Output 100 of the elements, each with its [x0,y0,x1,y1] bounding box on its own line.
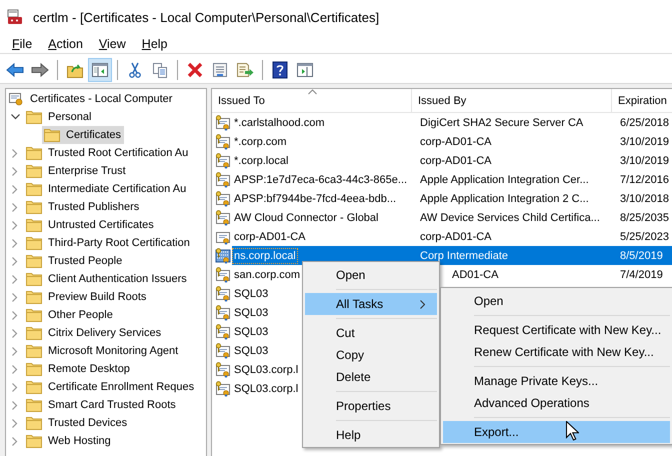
tree-item[interactable]: Preview Build Roots [24,288,150,306]
folder-icon [26,326,42,340]
menu-item[interactable]: Delete [305,366,437,388]
menu-item[interactable]: Open [443,290,670,312]
delete-icon [187,62,203,78]
tree-item[interactable]: Intermediate Certification Au [24,180,190,198]
menu-item[interactable]: File [4,36,40,50]
tree-item[interactable]: Microsoft Monitoring Agent [24,342,182,360]
chevron-right-icon[interactable] [12,202,18,212]
tree-item[interactable]: Certificates - Local Computer [30,93,172,105]
chevron-right-icon[interactable] [12,418,18,428]
column-header[interactable]: Expiration [612,89,672,112]
chevron-right-icon[interactable] [12,238,18,248]
tree-item[interactable]: Trusted Publishers [24,198,142,216]
table-cell-text: 6/25/2018 [619,116,670,130]
tree-item[interactable]: Trusted People [24,252,126,270]
table-cell-text: SQL03 [233,286,270,302]
menu-item[interactable]: Export... [443,421,670,443]
chevron-right-icon[interactable] [12,220,18,230]
menu-item[interactable]: Request Certificate with New Key... [443,319,670,341]
tree-item[interactable]: Untrusted Certificates [24,216,157,234]
tree-item[interactable]: Certificates [42,126,124,144]
chevron-right-icon[interactable] [12,256,18,266]
folder-icon [26,254,42,268]
export-icon [236,62,254,78]
table-cell-text: 3/10/2018 [619,192,670,206]
certificate-store-icon [8,91,24,107]
help-icon [272,60,288,78]
menu-item[interactable]: Action [40,36,91,50]
tree-label: Enterprise Trust [48,165,126,177]
tree-label: Trusted People [48,255,122,267]
menu-item[interactable]: View [90,36,134,50]
tree-item[interactable]: Client Authentication Issuers [24,270,190,288]
tree-label: Trusted Publishers [48,201,140,213]
tree-label: Certificate Enrollment Reques [48,381,194,393]
folder-icon [26,200,42,214]
panel-left-icon [92,62,108,78]
chevron-right-icon[interactable] [12,166,18,176]
chevron-down-icon[interactable] [10,114,20,120]
chevron-right-icon[interactable] [12,436,18,446]
chevron-right-icon[interactable] [12,400,18,410]
tree-item[interactable]: Citrix Delivery Services [24,324,164,342]
show-tree-button[interactable] [88,58,112,82]
tree-item[interactable]: Remote Desktop [24,360,133,378]
menu-item[interactable]: Renew Certificate with New Key... [443,341,670,363]
tree-item[interactable]: Other People [24,306,116,324]
table-cell-text: *.corp.com [233,134,288,150]
table-cell: ns.corp.local [232,248,298,264]
table-cell-text: 8/25/2035 [619,210,670,226]
tree-label: Untrusted Certificates [48,219,154,231]
table-cell-text: *.carlstalhood.com [233,116,326,130]
chevron-right-icon[interactable] [12,346,18,356]
tree-item[interactable]: Trusted Root Certification Au [24,144,192,162]
folder-icon [26,272,42,286]
folder-icon [26,344,42,358]
menu-item[interactable]: Manage Private Keys... [443,370,670,392]
tree-item[interactable]: Personal [24,108,94,126]
tree-label: Trusted Devices [48,417,128,429]
tree-item[interactable]: Certificate Enrollment Reques [24,378,198,396]
tree-item[interactable]: Web Hosting [24,432,114,450]
tree-label: Client Authentication Issuers [48,273,187,285]
table-cell-text: corp-AD01-CA [419,230,493,244]
column-header[interactable]: Issued To [212,89,412,112]
table-cell-text: AW Cloud Connector - Global [233,210,380,226]
table-cell-text: SQL03 [233,324,270,340]
menu-item[interactable]: Advanced Operations [443,392,670,414]
table-cell-text: 5/25/2023 [619,230,670,244]
tree-item[interactable]: Trusted Devices [24,414,130,432]
chevron-right-icon[interactable] [12,364,18,374]
tree-item[interactable]: Enterprise Trust [24,162,129,180]
tree-label: Third-Party Root Certification [48,237,190,249]
chevron-right-icon[interactable] [12,328,18,338]
tree-label: Intermediate Certification Au [48,183,186,195]
table-cell-text: APSP:1e7d7eca-6ca3-44c3-865e... [233,172,408,188]
menu-item[interactable]: Cut [305,322,437,344]
menu-item[interactable]: Open [305,264,437,286]
menu-item[interactable]: Copy [305,344,437,366]
app-icon [7,9,23,25]
table-cell-text: AW Device Services Child Certifica... [419,210,601,226]
scissors-icon [128,62,142,78]
chevron-right-icon[interactable] [12,184,18,194]
table-cell-text: SQL03 [233,306,270,320]
tree-item[interactable]: Smart Card Trusted Roots [24,396,179,414]
chevron-right-icon[interactable] [12,310,18,320]
menu-item[interactable]: Properties [305,395,437,417]
menu-item[interactable]: Help [134,36,176,50]
tree-item[interactable]: Third-Party Root Certification [24,234,193,252]
chevron-right-icon[interactable] [12,382,18,392]
tree-label: Trusted Root Certification Au [48,147,188,159]
folder-icon [26,434,42,448]
menu-item[interactable]: Help [305,424,437,446]
column-header[interactable]: Issued By [412,89,612,112]
window-title: certlm - [Certificates - Local Computer\Personal\Certificates] [33,10,380,24]
table-cell-text: SQL03 [233,344,270,358]
chevron-right-icon[interactable] [12,148,18,158]
table-cell-text: 7/4/2019 [619,268,664,282]
menu-item[interactable]: All Tasks [305,293,437,315]
chevron-right-icon[interactable] [12,292,18,302]
tree-label: Personal [48,111,92,123]
chevron-right-icon[interactable] [12,274,18,284]
